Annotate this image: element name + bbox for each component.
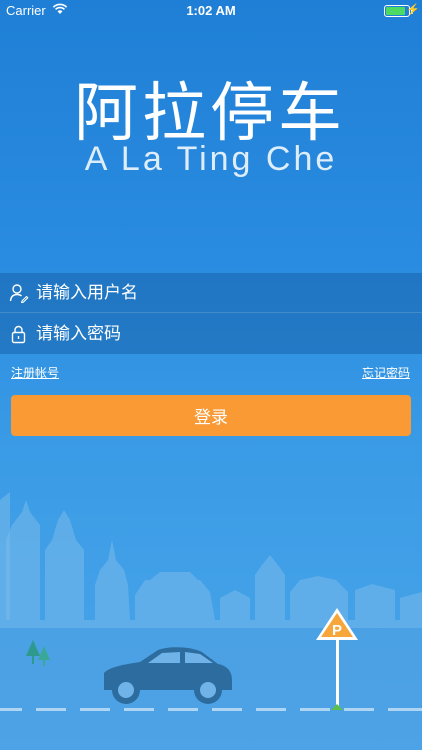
register-link[interactable]: 注册帐号 <box>11 364 59 381</box>
username-row <box>0 273 422 313</box>
skyline-buildings <box>0 492 422 628</box>
login-button[interactable]: 登录 <box>11 395 411 436</box>
city-skyline-illustration: P <box>0 492 422 750</box>
password-input[interactable] <box>36 316 422 352</box>
forgot-password-link[interactable]: 忘记密码 <box>362 364 410 381</box>
username-input[interactable] <box>36 274 422 311</box>
password-row <box>0 314 422 354</box>
login-form <box>0 273 422 354</box>
lock-icon <box>11 325 26 344</box>
app-logo: 阿拉停车 <box>74 77 346 151</box>
clock: 1:02 AM <box>186 3 236 18</box>
user-icon <box>9 283 29 303</box>
charging-icon: ⚡ <box>406 4 420 16</box>
app-logo-subtitle: A La Ting Che <box>84 140 338 178</box>
status-bar: Carrier 1:02 AM ⚡ <box>0 0 422 22</box>
parking-sign-label: P <box>332 622 342 639</box>
